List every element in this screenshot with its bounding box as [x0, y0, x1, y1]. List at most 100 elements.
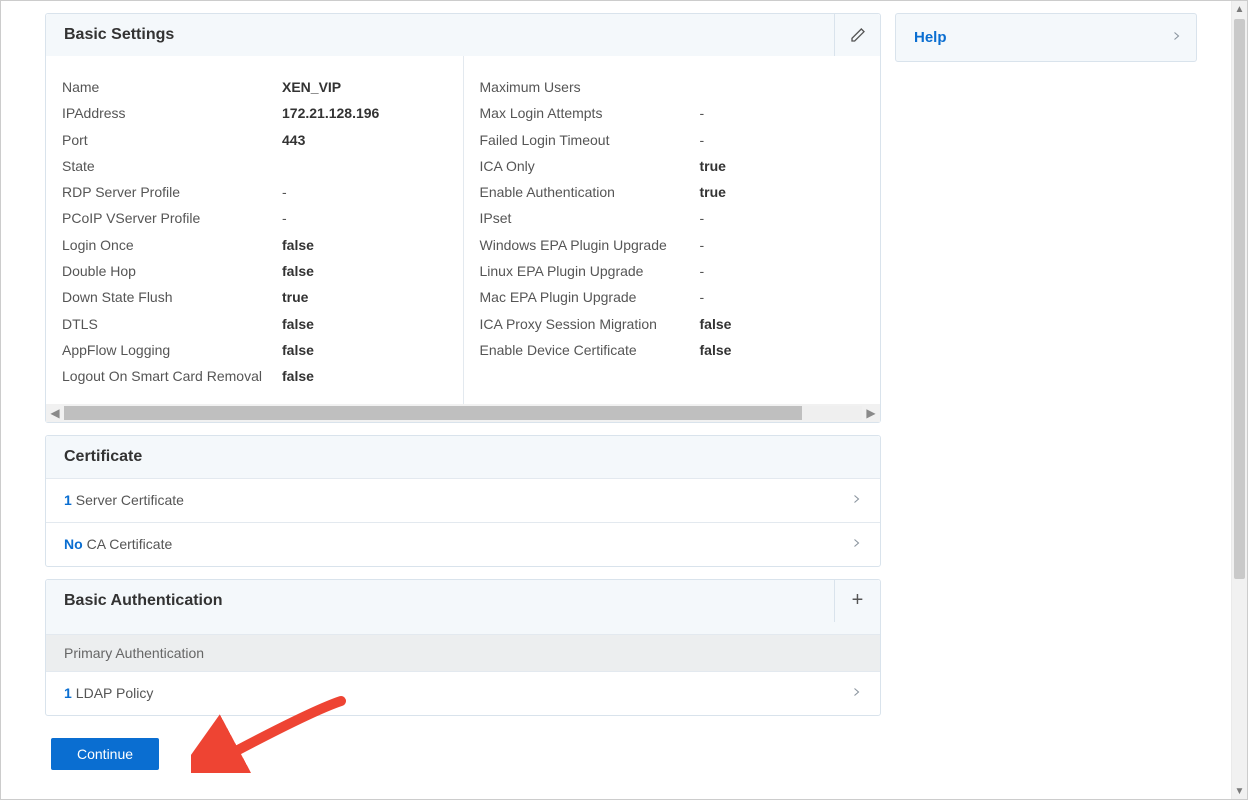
list-item-chevron — [850, 535, 862, 554]
setting-label: IPAddress — [62, 100, 282, 126]
pencil-icon — [850, 27, 866, 43]
help-label: Help — [914, 29, 1170, 46]
setting-row: Linux EPA Plugin Upgrade- — [480, 258, 865, 284]
setting-row: NameXEN_VIP — [62, 74, 447, 100]
vscroll-thumb[interactable] — [1234, 19, 1245, 579]
setting-label: RDP Server Profile — [62, 179, 282, 205]
setting-row: Maximum Users — [480, 74, 865, 100]
list-item-chevron — [850, 491, 862, 510]
list-item-label: CA Certificate — [87, 536, 850, 552]
setting-value: - — [700, 205, 865, 231]
scroll-left-icon[interactable]: ◀ — [46, 406, 64, 420]
chevron-right-icon — [1170, 28, 1182, 47]
list-item-chevron — [850, 684, 862, 703]
setting-row: Double Hopfalse — [62, 258, 447, 284]
setting-row: Windows EPA Plugin Upgrade- — [480, 232, 865, 258]
basic-authentication-header: Basic Authentication + — [46, 580, 880, 634]
setting-value: false — [282, 258, 447, 284]
setting-label: Port — [62, 127, 282, 153]
hscroll-thumb[interactable] — [64, 406, 802, 420]
setting-row: State — [62, 153, 447, 179]
list-item[interactable]: No CA Certificate — [46, 522, 880, 566]
setting-row: ICA Proxy Session Migrationfalse — [480, 311, 865, 337]
chevron-right-icon — [850, 535, 862, 551]
setting-value: - — [282, 205, 447, 231]
setting-value: - — [700, 258, 865, 284]
scroll-down-icon[interactable]: ▼ — [1232, 783, 1247, 799]
setting-label: Windows EPA Plugin Upgrade — [480, 232, 700, 258]
setting-label: Enable Device Certificate — [480, 337, 700, 363]
list-item-lead: No — [64, 536, 83, 552]
setting-value — [700, 74, 865, 100]
setting-value: - — [700, 232, 865, 258]
list-item-label: Server Certificate — [76, 492, 850, 508]
primary-authentication-subheader: Primary Authentication — [46, 634, 880, 671]
setting-label: ICA Proxy Session Migration — [480, 311, 700, 337]
setting-row: Logout On Smart Card Removalfalse — [62, 363, 447, 389]
basic-settings-header: Basic Settings — [46, 14, 880, 56]
scroll-up-icon[interactable]: ▲ — [1232, 1, 1247, 17]
setting-value: false — [282, 337, 447, 363]
basic-settings-right-col: Maximum UsersMax Login Attempts-Failed L… — [463, 56, 881, 404]
list-item[interactable]: 1 LDAP Policy — [46, 671, 880, 715]
setting-row: Port443 — [62, 127, 447, 153]
chevron-right-icon — [850, 491, 862, 507]
basic-settings-hscroll[interactable]: ◀ ▶ — [46, 404, 880, 422]
certificate-header: Certificate — [46, 436, 880, 478]
setting-value: - — [282, 179, 447, 205]
vertical-scrollbar[interactable]: ▲ ▼ — [1231, 1, 1247, 799]
setting-row: RDP Server Profile- — [62, 179, 447, 205]
scroll-right-icon[interactable]: ▶ — [862, 406, 880, 420]
setting-row: IPAddress172.21.128.196 — [62, 100, 447, 126]
basic-settings-title: Basic Settings — [64, 26, 834, 44]
add-button[interactable]: + — [834, 580, 880, 622]
setting-label: State — [62, 153, 282, 179]
setting-row: Mac EPA Plugin Upgrade- — [480, 284, 865, 310]
list-item[interactable]: 1 Server Certificate — [46, 478, 880, 522]
basic-settings-panel: Basic Settings NameXEN_VIPIPAddress172.2… — [45, 13, 881, 423]
basic-settings-left-col: NameXEN_VIPIPAddress172.21.128.196Port44… — [46, 56, 463, 404]
setting-row: Failed Login Timeout- — [480, 127, 865, 153]
setting-row: Enable Authenticationtrue — [480, 179, 865, 205]
continue-button[interactable]: Continue — [51, 738, 159, 770]
setting-value: false — [282, 232, 447, 258]
setting-label: Login Once — [62, 232, 282, 258]
setting-value: 172.21.128.196 — [282, 100, 447, 126]
setting-label: Logout On Smart Card Removal — [62, 363, 282, 389]
edit-button[interactable] — [834, 14, 880, 56]
setting-value: true — [700, 179, 865, 205]
setting-value: true — [282, 284, 447, 310]
setting-label: Failed Login Timeout — [480, 127, 700, 153]
basic-settings-body: NameXEN_VIPIPAddress172.21.128.196Port44… — [46, 56, 880, 404]
chevron-right-icon — [850, 684, 862, 700]
setting-label: Down State Flush — [62, 284, 282, 310]
setting-label: Enable Authentication — [480, 179, 700, 205]
setting-value: false — [700, 311, 865, 337]
setting-label: Mac EPA Plugin Upgrade — [480, 284, 700, 310]
setting-row: Enable Device Certificatefalse — [480, 337, 865, 363]
basic-authentication-panel: Basic Authentication + Primary Authentic… — [45, 579, 881, 716]
setting-value: true — [700, 153, 865, 179]
setting-label: Name — [62, 74, 282, 100]
setting-value: false — [282, 363, 447, 389]
setting-value: false — [700, 337, 865, 363]
setting-row: IPset- — [480, 205, 865, 231]
setting-value: - — [700, 284, 865, 310]
setting-row: DTLSfalse — [62, 311, 447, 337]
setting-label: AppFlow Logging — [62, 337, 282, 363]
setting-label: Linux EPA Plugin Upgrade — [480, 258, 700, 284]
setting-value: false — [282, 311, 447, 337]
help-panel[interactable]: Help — [895, 13, 1197, 62]
setting-value — [282, 153, 447, 179]
setting-label: ICA Only — [480, 153, 700, 179]
hscroll-track[interactable] — [64, 406, 862, 420]
setting-label: Maximum Users — [480, 74, 700, 100]
setting-label: IPset — [480, 205, 700, 231]
list-item-lead: 1 — [64, 685, 72, 701]
setting-label: DTLS — [62, 311, 282, 337]
setting-value: 443 — [282, 127, 447, 153]
setting-value: - — [700, 100, 865, 126]
setting-row: ICA Onlytrue — [480, 153, 865, 179]
setting-row: Down State Flushtrue — [62, 284, 447, 310]
continue-row: Continue — [45, 728, 881, 780]
